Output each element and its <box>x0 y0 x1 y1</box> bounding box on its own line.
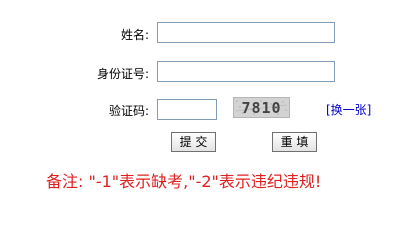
captcha-image[interactable]: 7810 <box>233 97 290 118</box>
id-number-input[interactable] <box>157 61 335 82</box>
submit-button[interactable]: 提 交 <box>171 132 216 152</box>
captcha-label: 验证码: <box>108 104 149 118</box>
captcha-input[interactable] <box>157 99 217 120</box>
reset-button[interactable]: 重 填 <box>272 132 317 152</box>
name-label: 姓名: <box>120 28 149 42</box>
refresh-captcha-link[interactable]: [换一张] <box>326 101 371 118</box>
captcha-text: 7810 <box>241 99 281 117</box>
id-number-label: 身份证号: <box>96 67 149 81</box>
name-input[interactable] <box>157 22 335 43</box>
note-text: 备注: "-1"表示缺考,"-2"表示违纪违规! <box>46 172 322 191</box>
